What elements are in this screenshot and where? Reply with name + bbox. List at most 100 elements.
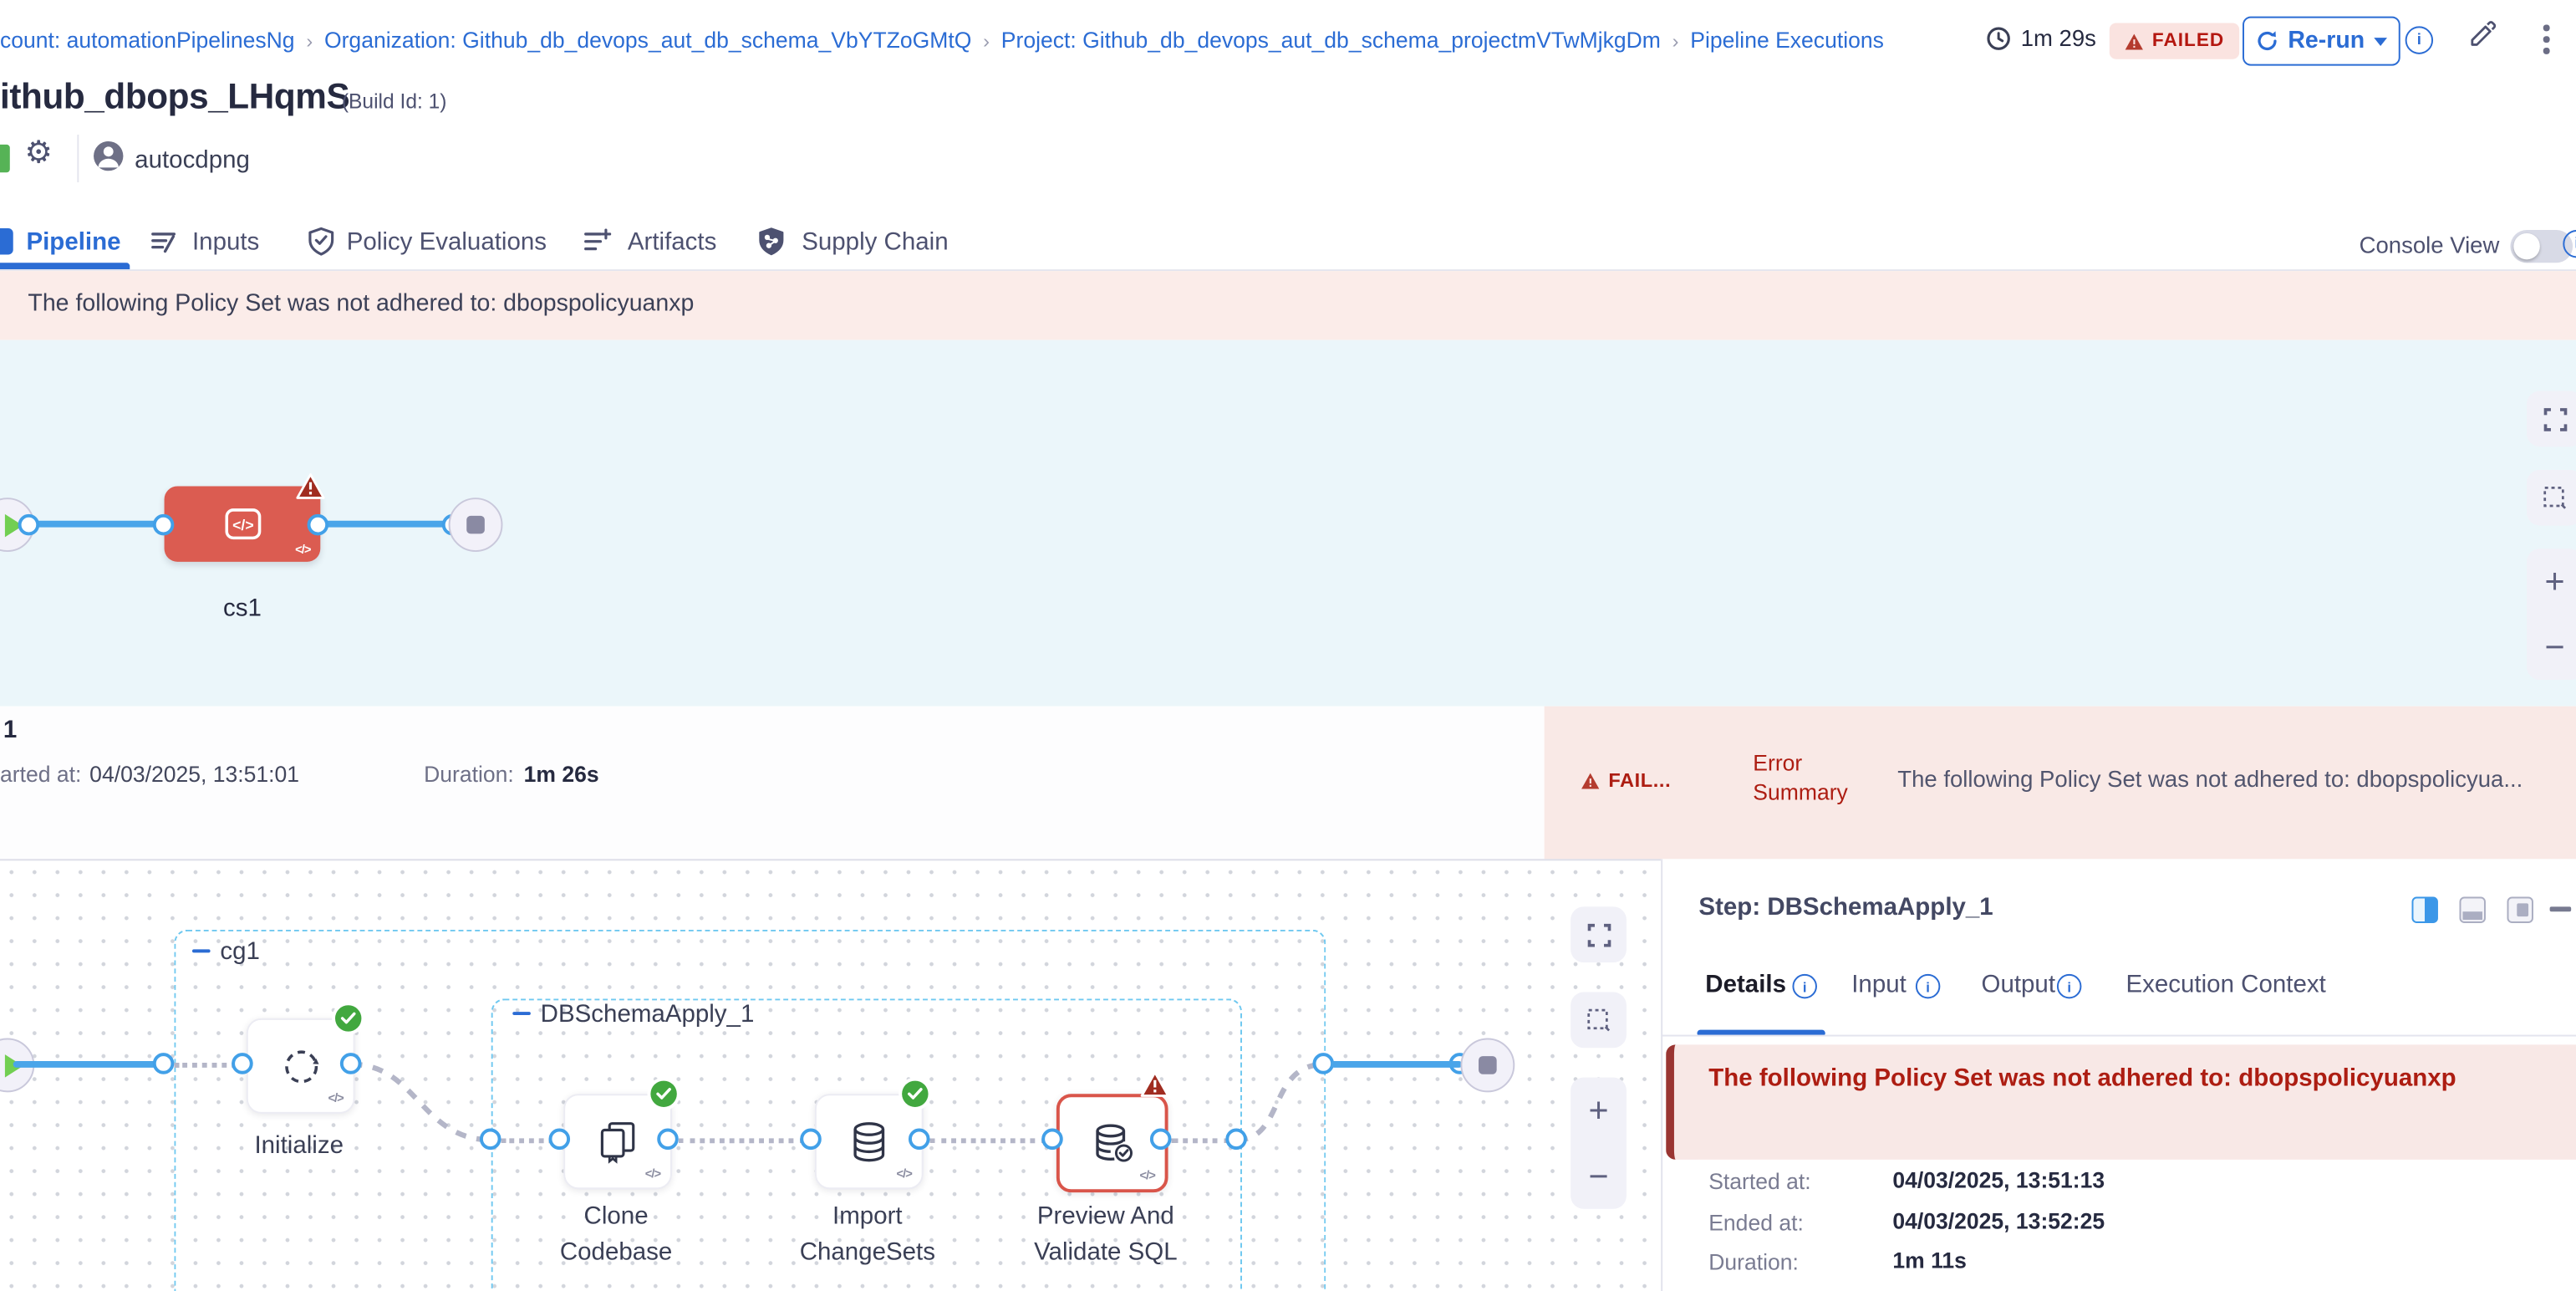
zoom-in-button[interactable]: + [2544, 564, 2564, 599]
step-error-text: The following Policy Set was not adhered… [1674, 1044, 2576, 1092]
zoom-out-button[interactable]: − [1588, 1159, 1608, 1193]
canvas-fullscreen-button[interactable] [2527, 391, 2576, 447]
code-icon: </> [645, 1166, 660, 1181]
panel-tab-output[interactable]: Output [1982, 971, 2056, 998]
tab-inputs[interactable]: Inputs [192, 228, 259, 256]
success-check-icon [650, 1081, 676, 1107]
build-id: (Build Id: 1) [342, 90, 447, 114]
console-info-icon[interactable]: i [2563, 230, 2576, 258]
svg-text:</>: </> [232, 517, 253, 533]
caret-down-icon [2375, 37, 2388, 45]
stage-fail-label: FAIL... [1608, 768, 1671, 792]
breadcrumb-pipeline-executions[interactable]: Pipeline Executions [1690, 28, 1884, 52]
panel-minimize-button[interactable] [2550, 906, 2572, 911]
policy-shield-icon [308, 227, 335, 256]
pipeline-tab-icon [0, 228, 13, 254]
zoom-in-button[interactable]: + [1588, 1093, 1608, 1127]
details-info-icon[interactable]: i [1792, 974, 1816, 998]
initialize-sync-icon [278, 1044, 323, 1088]
dashed-connector [679, 1137, 805, 1142]
page-title: ithub_dbops_LHqmS [0, 77, 349, 118]
collapse-cg1-button[interactable] [191, 941, 211, 962]
panel-tab-execution-context[interactable]: Execution Context [2125, 971, 2325, 998]
layout-right-view-icon[interactable] [2507, 897, 2533, 923]
breadcrumb-organization[interactable]: Organization: Github_db_devops_aut_db_sc… [324, 28, 971, 52]
pipeline-end-node [449, 498, 503, 552]
layout-bottom-view-icon[interactable] [2460, 897, 2486, 923]
step-node-initialize[interactable]: </> [247, 1018, 355, 1114]
layout-split-view-icon[interactable] [2412, 897, 2438, 923]
breadcrumb-separator: › [983, 28, 990, 52]
canvas-zoom-controls: + − [2527, 549, 2576, 680]
error-summary-label: Error Summary [1753, 749, 1871, 807]
code-icon: </> [328, 1090, 343, 1105]
duration-label: Duration: [424, 762, 514, 786]
code-icon: </> [1139, 1168, 1154, 1183]
stage-warning-icon [296, 473, 325, 499]
started-at-value: 04/03/2025, 13:51:13 [1892, 1168, 2105, 1192]
panel-tab-input[interactable]: Input [1851, 971, 1907, 998]
connector-dot [18, 514, 40, 536]
dashed-connector [174, 1062, 237, 1067]
trigger-user: autocdpng [135, 146, 250, 174]
toggle-knob [2513, 233, 2539, 259]
stop-icon [1479, 1056, 1497, 1074]
execution-info-icon[interactable]: i [2405, 26, 2433, 54]
stage-node-label: cs1 [165, 594, 321, 622]
duration-value: 1m 26s [524, 762, 599, 786]
dashed-connector [930, 1137, 1047, 1142]
breadcrumb-project[interactable]: Project: Github_db_devops_aut_db_schema_… [1001, 28, 1661, 52]
duration-value: 1m 11s [1892, 1248, 1967, 1273]
step-node-import-changesets[interactable]: </> [815, 1094, 924, 1189]
code-icon: </> [897, 1166, 912, 1181]
connector-dot [340, 1053, 362, 1074]
tab-pipeline[interactable]: Pipeline [26, 228, 120, 256]
connector-line [318, 521, 453, 527]
breadcrumb: count: automationPipelinesNg › Organizat… [0, 28, 1884, 52]
connector-dot [308, 514, 329, 536]
artifacts-icon [583, 228, 611, 254]
connector-dot [549, 1129, 571, 1151]
duration-label: Duration: [1708, 1250, 1799, 1274]
active-tab-underline [0, 263, 130, 268]
breadcrumb-separator: › [306, 28, 313, 52]
output-info-icon[interactable]: i [2057, 974, 2081, 998]
expand-icon [2543, 406, 2567, 431]
zoom-out-button[interactable]: − [2544, 630, 2564, 664]
divider [1661, 1035, 2576, 1037]
step-node-clone-codebase[interactable]: </> [563, 1094, 672, 1189]
stage-name: 1 [3, 716, 17, 743]
step-panel-title: Step: DBSchemaApply_1 [1698, 894, 1993, 921]
edit-pipeline-icon[interactable] [2466, 20, 2497, 51]
connector-dot [1150, 1129, 1172, 1151]
breadcrumb-account[interactable]: count: automationPipelinesNg [0, 28, 295, 52]
rerun-button-label: Re-run [2288, 28, 2365, 54]
divider [77, 135, 79, 182]
status-badge-label: FAILED [2152, 31, 2224, 51]
connector-dot [909, 1129, 930, 1151]
collapse-dbschemaapply-button[interactable] [511, 1003, 531, 1023]
tab-artifacts[interactable]: Artifacts [628, 228, 717, 256]
stop-icon [466, 516, 485, 534]
kebab-menu-icon[interactable] [2540, 22, 2553, 57]
gear-icon[interactable]: ⚙ [24, 138, 53, 169]
graph-select-region-button[interactable] [1571, 992, 1627, 1048]
policy-violation-text: The following Policy Set was not adhered… [0, 271, 2576, 317]
tab-supply-chain[interactable]: Supply Chain [802, 228, 948, 256]
elapsed-time: 1m 29s [1986, 24, 2096, 50]
connector-dot [153, 514, 175, 536]
graph-zoom-controls: + − [1571, 1078, 1627, 1209]
input-info-icon[interactable]: i [1916, 974, 1940, 998]
tab-policy-evaluations[interactable]: Policy Evaluations [347, 228, 547, 256]
connector-line [13, 1061, 165, 1067]
console-view-label: Console View [2360, 232, 2500, 258]
policy-violation-banner: The following Policy Set was not adhered… [0, 271, 2576, 340]
code-icon: </> [295, 542, 310, 557]
supply-chain-icon [757, 227, 785, 256]
panel-tab-details[interactable]: Details [1705, 971, 1786, 998]
graph-fullscreen-button[interactable] [1571, 906, 1627, 962]
canvas-select-region-button[interactable] [2527, 470, 2576, 526]
rerun-button[interactable]: Re-run [2243, 17, 2400, 66]
connector-line [28, 521, 164, 527]
connector-dot [232, 1053, 253, 1074]
